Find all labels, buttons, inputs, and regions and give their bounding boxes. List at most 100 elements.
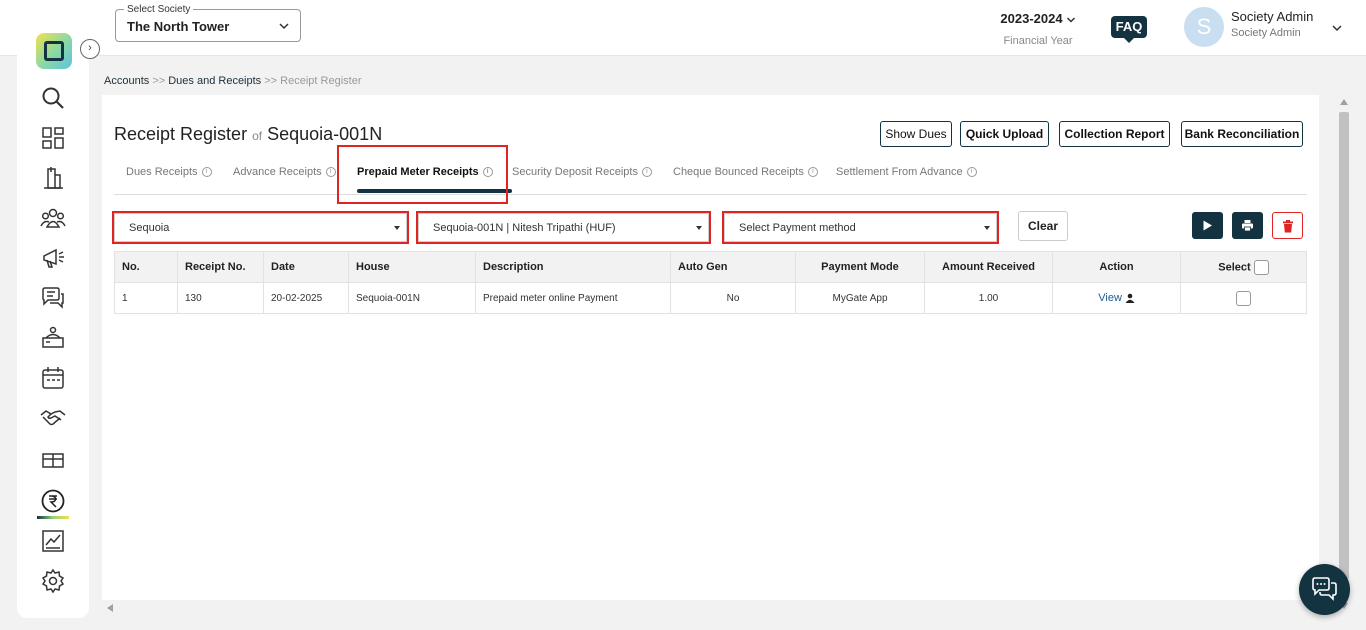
cell-amount-received: 1.00 <box>924 282 1053 314</box>
announcement-icon[interactable] <box>40 245 66 271</box>
society-select[interactable]: Select Society The North Tower <box>115 4 301 42</box>
info-icon: i <box>325 167 336 178</box>
chat-bubbles-icon <box>1312 577 1337 601</box>
clear-button[interactable]: Clear <box>1018 211 1068 241</box>
highlight-box-unit <box>416 211 711 244</box>
building-icon[interactable] <box>40 165 66 191</box>
cell-date: 20-02-2025 <box>263 282 349 314</box>
table-header-row: No. Receipt No. Date House Description A… <box>114 251 1307 283</box>
cell-action: View <box>1052 282 1181 314</box>
financial-year-label: Financial Year <box>1003 35 1073 47</box>
view-link[interactable]: View <box>1098 292 1122 304</box>
highlight-box-active-tab <box>337 145 508 204</box>
user-menu-chevron-icon[interactable] <box>1331 22 1343 34</box>
services-icon[interactable] <box>40 325 66 351</box>
tab-security-deposit-receipts[interactable]: Security Deposit Receipts i <box>512 166 652 178</box>
breadcrumb-dues-and-receipts[interactable]: Dues and Receipts <box>168 75 261 87</box>
breadcrumb: Accounts >> Dues and Receipts >> Receipt… <box>104 75 362 87</box>
page-title-unit: Sequoia-001N <box>267 124 383 144</box>
column-header: House <box>348 251 476 283</box>
tab-label: Security Deposit Receipts <box>512 166 638 178</box>
chevron-down-icon <box>279 23 289 30</box>
sidebar-toggle-button[interactable]: › <box>80 39 100 59</box>
user-icon <box>1125 294 1135 304</box>
settings-icon[interactable] <box>40 568 66 594</box>
highlight-box-payment-method <box>722 211 999 244</box>
search-icon[interactable] <box>40 85 66 111</box>
dashboard-icon[interactable] <box>40 125 66 151</box>
column-header: Date <box>263 251 349 283</box>
breadcrumb-receipt-register: Receipt Register <box>280 75 362 87</box>
info-icon: i <box>201 167 212 178</box>
select-column-header: Select <box>1180 251 1307 283</box>
show-dues-button[interactable]: Show Dues <box>880 121 952 147</box>
tab-dues-receipts[interactable]: Dues Receipts i <box>126 166 212 178</box>
society-select-label: Select Society <box>124 4 194 15</box>
faq-button[interactable]: FAQ <box>1111 16 1147 43</box>
info-icon: i <box>641 167 652 178</box>
column-header: Auto Gen <box>670 251 796 283</box>
row-select-checkbox[interactable] <box>1236 290 1251 306</box>
breadcrumb-accounts[interactable]: Accounts <box>104 75 149 87</box>
chevron-down-icon <box>1066 17 1075 23</box>
cell-payment-mode: MyGate App <box>795 282 925 314</box>
column-header-label: Select <box>1218 260 1251 273</box>
page-title-of: of <box>252 129 263 143</box>
cell-select <box>1180 282 1307 314</box>
reports-icon[interactable] <box>40 528 66 554</box>
tab-label: Advance Receipts <box>233 166 322 178</box>
society-select-value: The North Tower <box>127 19 230 34</box>
cell-house: Sequoia-001N <box>348 282 476 314</box>
submit-button[interactable] <box>1192 212 1223 239</box>
tab-settlement-from-advance[interactable]: Settlement From Advance i <box>836 166 977 178</box>
column-header: Action <box>1052 251 1181 283</box>
select-all-checkbox[interactable] <box>1253 259 1269 275</box>
calendar-icon[interactable] <box>40 365 66 391</box>
receipt-tabs: Dues Receipts i Advance Receipts i Prepaid… <box>114 163 1307 195</box>
highlight-box-building <box>112 211 409 244</box>
column-header: No. <box>114 251 178 283</box>
tab-advance-receipts[interactable]: Advance Receipts i <box>233 166 336 178</box>
scroll-left-arrow-icon[interactable] <box>107 604 113 612</box>
cell-description: Prepaid meter online Payment <box>475 282 671 314</box>
play-icon <box>1203 220 1212 231</box>
members-icon[interactable] <box>40 205 66 231</box>
print-icon <box>1242 220 1253 232</box>
chat-support-button[interactable] <box>1299 564 1350 615</box>
tab-label: Dues Receipts <box>126 166 198 178</box>
tab-cheque-bounced-receipts[interactable]: Cheque Bounced Receipts i <box>673 166 818 178</box>
page-title-text: Receipt Register <box>114 124 248 144</box>
financial-year-value: 2023-2024 <box>1000 11 1063 26</box>
scroll-up-arrow-icon[interactable] <box>1340 99 1348 105</box>
vertical-scrollbar[interactable] <box>1337 95 1351 615</box>
info-icon: i <box>966 167 977 178</box>
column-header: Description <box>475 251 671 283</box>
avatar[interactable]: S <box>1184 7 1224 47</box>
active-indicator <box>37 516 69 519</box>
print-button[interactable] <box>1232 212 1263 239</box>
user-role: Society Admin <box>1231 27 1301 39</box>
delete-button[interactable] <box>1272 212 1303 239</box>
handshake-icon[interactable] <box>40 405 66 431</box>
breadcrumb-separator: >> <box>152 75 166 87</box>
chat-icon[interactable] <box>40 285 66 311</box>
breadcrumb-separator: >> <box>264 75 278 87</box>
rupee-icon[interactable] <box>40 488 66 514</box>
collection-report-button[interactable]: Collection Report <box>1059 121 1170 147</box>
quick-upload-button[interactable]: Quick Upload <box>960 121 1049 147</box>
cell-auto-gen: No <box>670 282 796 314</box>
column-header: Payment Mode <box>795 251 925 283</box>
sidebar <box>17 12 89 618</box>
bank-reconciliation-button[interactable]: Bank Reconciliation <box>1181 121 1303 147</box>
app-logo[interactable] <box>36 33 72 69</box>
receipts-table: No. Receipt No. Date House Description A… <box>114 251 1307 314</box>
cell-receipt-no: 130 <box>177 282 264 314</box>
scrollbar-thumb[interactable] <box>1339 112 1349 579</box>
financial-year-selector[interactable]: 2023-2024 Financial Year <box>992 11 1084 47</box>
parcel-icon[interactable] <box>40 447 66 473</box>
table-row: 1 130 20-02-2025 Sequoia-001N Prepaid me… <box>114 282 1307 314</box>
cell-no: 1 <box>114 282 178 314</box>
trash-icon <box>1283 220 1293 233</box>
column-header: Amount Received <box>924 251 1053 283</box>
tab-label: Settlement From Advance <box>836 166 963 178</box>
